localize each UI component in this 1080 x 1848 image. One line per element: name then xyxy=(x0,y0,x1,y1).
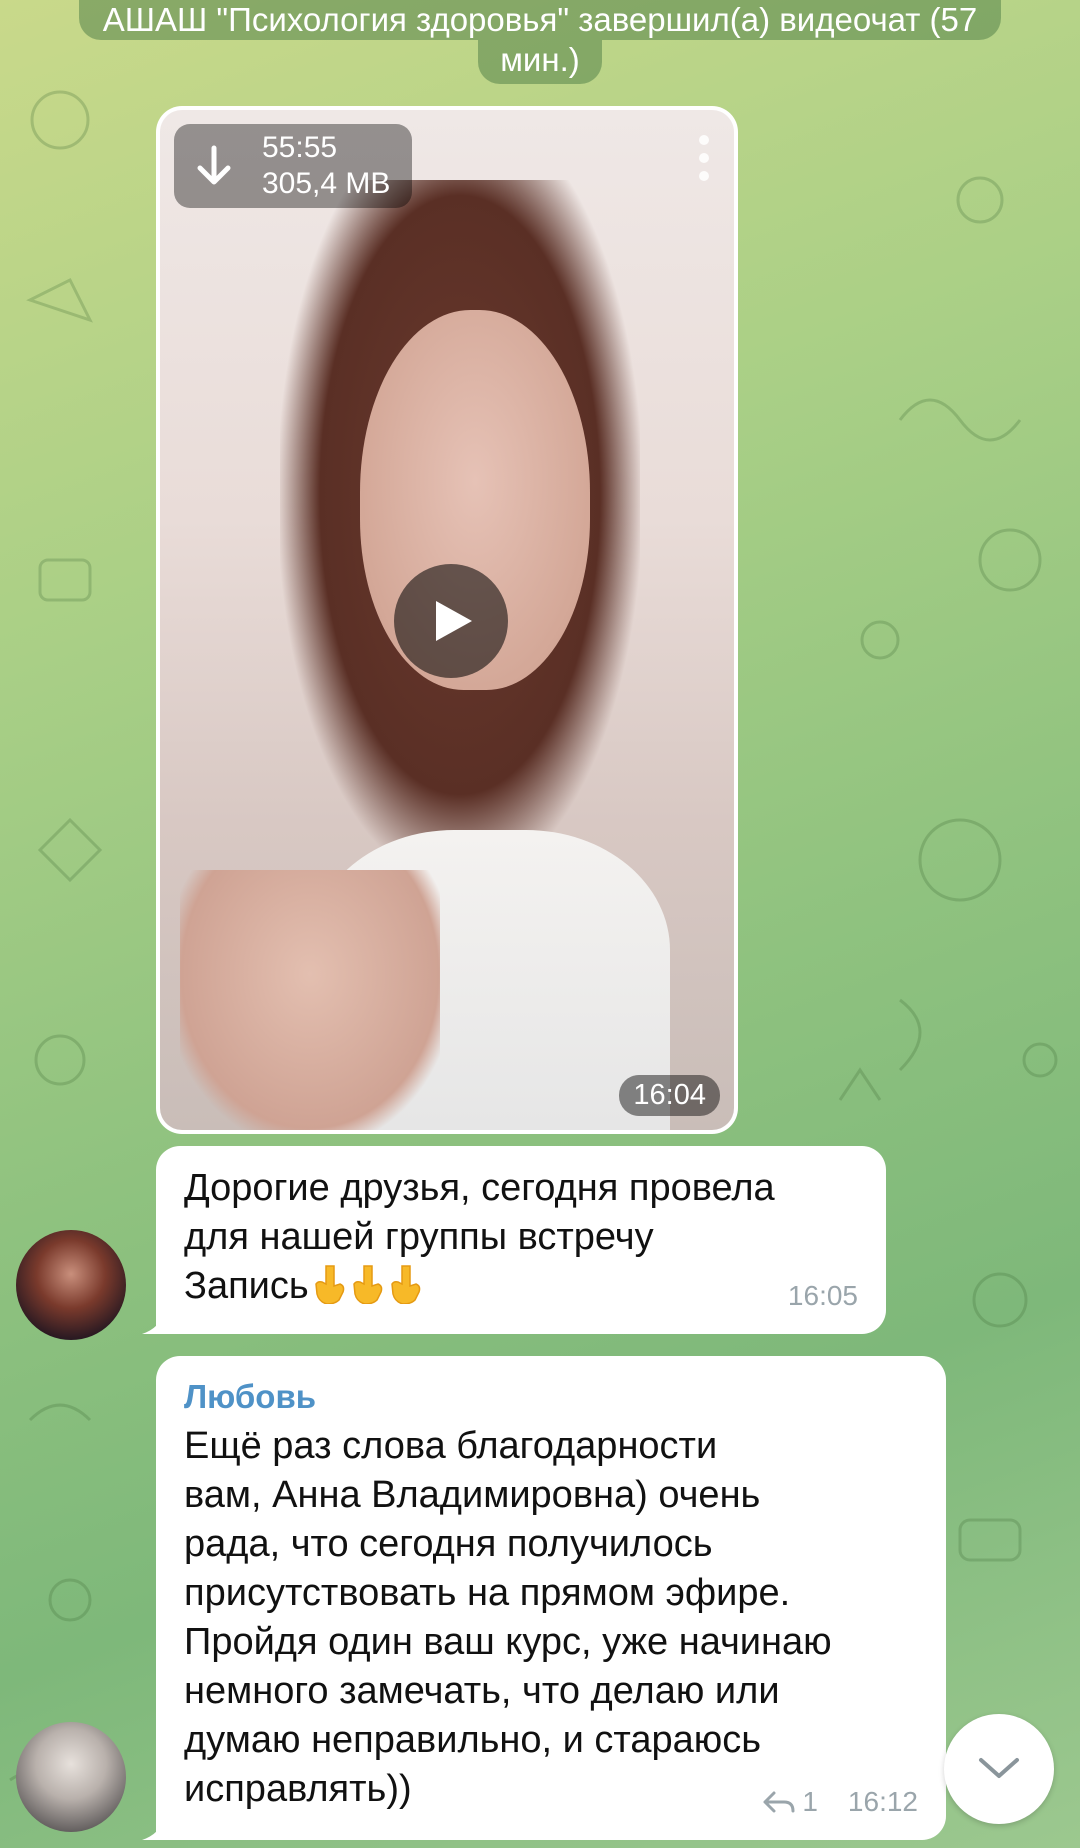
message-time: 16:05 xyxy=(787,1280,858,1311)
message-meta: 1 16:12 xyxy=(762,1777,918,1826)
more-vertical-icon[interactable] xyxy=(696,132,712,184)
video-frame-hand xyxy=(180,870,440,1130)
message-text: Ещё раз слова благодарности вам, Анна Вл… xyxy=(184,1425,832,1810)
bubble-tail xyxy=(142,1816,166,1840)
video-message-bubble[interactable]: 55:55 305,4 MB 16:04 xyxy=(156,106,738,1134)
bubble-tail xyxy=(142,1310,166,1334)
play-icon xyxy=(436,601,472,641)
message-time: 16:12 xyxy=(847,1786,918,1817)
download-arrow-icon[interactable] xyxy=(194,144,234,188)
pointing-down-emoji xyxy=(314,1265,344,1304)
download-badge[interactable]: 55:55 305,4 MB xyxy=(174,124,412,208)
video-file-size: 305,4 MB xyxy=(262,167,391,200)
reply-icon[interactable] xyxy=(762,1790,796,1814)
service-message: АШАШ "Психология здоровья" завершил(а) в… xyxy=(18,0,1062,84)
chevron-down-icon xyxy=(979,1758,1019,1778)
scroll-to-bottom-button[interactable] xyxy=(944,1714,1054,1824)
video-message-time: 16:04 xyxy=(619,1075,720,1116)
message-text-body: Дорогие друзья, сегодня провела для наше… xyxy=(184,1167,775,1307)
message-text: Дорогие друзья, сегодня провела для наше… xyxy=(184,1164,874,1311)
avatar[interactable] xyxy=(16,1722,126,1832)
sender-name[interactable]: Любовь xyxy=(184,1372,316,1421)
avatar[interactable] xyxy=(16,1230,126,1340)
service-message-line2: мин.) xyxy=(478,40,602,84)
message-bubble[interactable]: Любовь Ещё раз слова благодарности вам, … xyxy=(142,1356,946,1840)
reply-count[interactable]: 1 xyxy=(802,1777,818,1826)
message-bubble[interactable]: Дорогие друзья, сегодня провела для наше… xyxy=(142,1146,886,1334)
video-thumbnail[interactable]: 55:55 305,4 MB 16:04 xyxy=(160,110,734,1130)
service-message-line1: АШАШ "Психология здоровья" завершил(а) в… xyxy=(78,0,1002,40)
pointing-down-emoji xyxy=(352,1265,382,1304)
pointing-down-emoji xyxy=(390,1265,420,1304)
play-button[interactable] xyxy=(394,564,508,678)
video-duration: 55:55 xyxy=(262,131,338,164)
